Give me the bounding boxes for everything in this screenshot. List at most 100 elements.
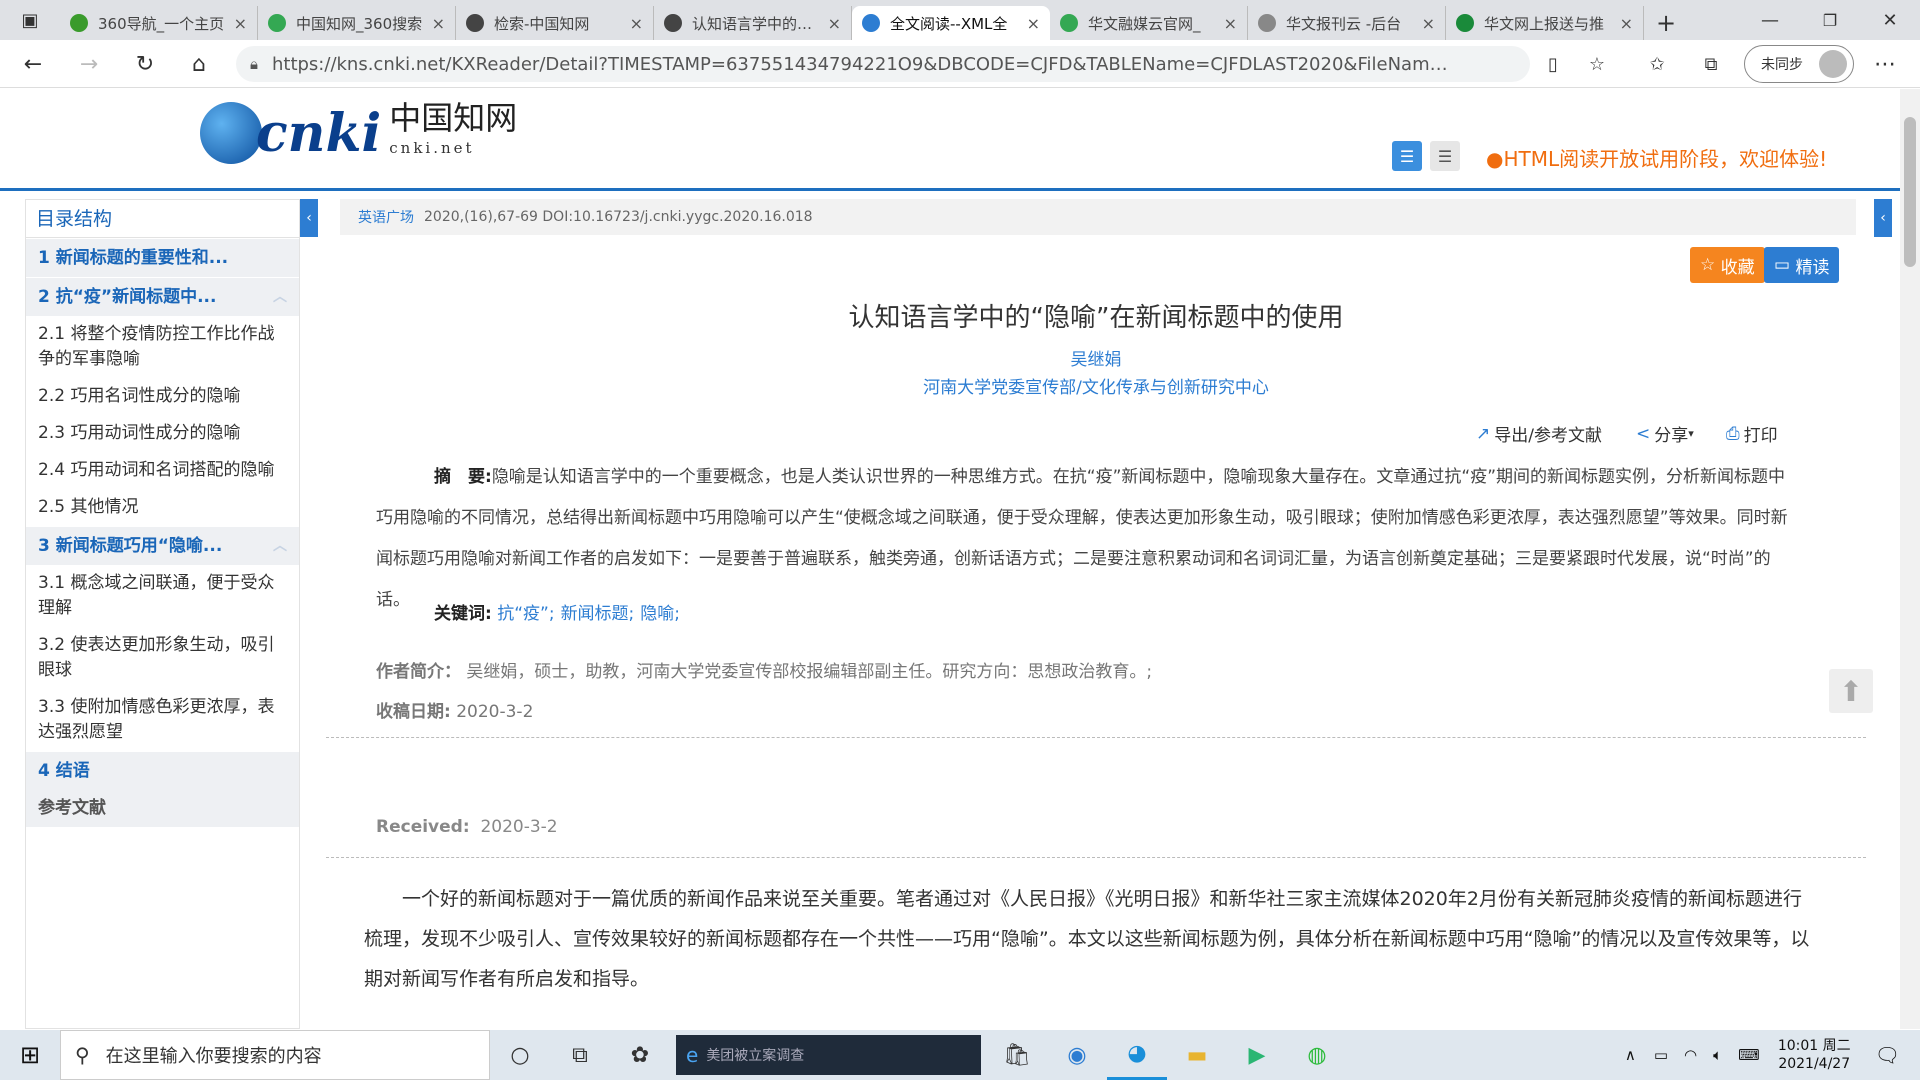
organization-link[interactable]: 河南大学党委宣传部/文化传承与创新研究中心 [326, 373, 1866, 398]
browser-tab[interactable]: 中国知网_360搜索 × [258, 6, 456, 40]
toc-item[interactable]: 3.1 概念域之间联通，便于受众理解 [26, 565, 299, 627]
browser-tab[interactable]: 华文报刊云 -后台 × [1248, 6, 1446, 40]
wechat-icon[interactable]: ◍ [1287, 1030, 1347, 1080]
tab-favicon-icon [1060, 14, 1078, 32]
tab-close-icon[interactable]: × [1422, 14, 1435, 33]
chevron-up-icon[interactable]: ︿ [273, 285, 287, 310]
toc-item[interactable]: 1 新闻标题的重要性和... [26, 239, 299, 277]
system-tray: ∧ ▭ ◠ 🔈︎ ⌨ 10:01 周二 2021/4/27 🗨︎ [1615, 1030, 1920, 1080]
toc-item[interactable]: 参考文献 [26, 790, 299, 827]
store-icon[interactable]: 🛍︎ [987, 1030, 1047, 1080]
tab-close-icon[interactable]: × [828, 14, 841, 33]
keyword-link[interactable]: 抗“疫”; [497, 604, 554, 624]
article-area: 英语广场 2020,(16),67-69 DOI:10.16723/j.cnki… [326, 193, 1866, 1029]
back-icon[interactable]: ← [16, 48, 50, 80]
toc-item[interactable]: 3.3 使附加情感色彩更浓厚，表达强烈愿望 [26, 689, 299, 751]
keyword-link[interactable]: 新闻标题; [561, 604, 635, 624]
new-tab-button[interactable]: + [1644, 6, 1688, 40]
back-to-top-icon[interactable]: ⬆ [1829, 669, 1873, 713]
browser-tab[interactable]: 认知语言学中的“隐 × [654, 6, 852, 40]
task-view-icon[interactable]: ⧉ [550, 1030, 610, 1080]
export-icon: ↗ [1476, 423, 1491, 444]
windows-start-icon[interactable]: ⊞ [0, 1030, 60, 1080]
export-button[interactable]: ↗ 导出/参考文献 [1476, 421, 1602, 447]
received-date: 收稿日期: 2020-3-2 [376, 697, 533, 722]
maximize-button[interactable]: ❐ [1800, 0, 1860, 40]
outline-view-icon[interactable]: ☰ [1430, 141, 1460, 171]
more-menu-icon[interactable]: ⋯ [1868, 48, 1902, 80]
tab-close-icon[interactable]: × [1620, 14, 1633, 33]
tab-actions-icon[interactable]: ▣ [0, 0, 60, 40]
close-window-button[interactable]: ✕ [1860, 0, 1920, 40]
battery-icon[interactable]: ▭ [1654, 1046, 1668, 1064]
notification-icon[interactable]: 🗨︎ [1875, 1043, 1900, 1067]
toc-item-label: 2.3 巧用动词性成分的隐喻 [38, 423, 241, 443]
tab-close-icon[interactable]: × [432, 14, 445, 33]
keyword-link[interactable]: 隐喻; [640, 604, 680, 624]
collapse-sidebar-icon[interactable]: ‹ [300, 199, 318, 237]
browser-tab[interactable]: 360导航_一个主页 × [60, 6, 258, 40]
author-link[interactable]: 吴继娟 [326, 345, 1866, 370]
news-widget[interactable]: e 美团被立案调查 [676, 1035, 981, 1075]
volume-icon[interactable]: 🔈︎ [1713, 1046, 1722, 1064]
collections-icon[interactable]: ⧉ [1694, 48, 1728, 80]
tab-close-icon[interactable]: × [1224, 14, 1237, 33]
chevron-up-icon[interactable]: ︿ [273, 534, 287, 559]
address-bar[interactable]: 🔒︎ https://kns.cnki.net/KXReader/Detail?… [236, 46, 1530, 82]
tab-close-icon[interactable]: × [234, 14, 247, 33]
toc-item[interactable]: 3 新闻标题巧用“隐喻... ︿ [26, 527, 299, 565]
scrollbar-thumb[interactable] [1904, 117, 1916, 267]
toc-item-label: 2.4 巧用动词和名词搭配的隐喻 [38, 460, 275, 480]
browser-tab[interactable]: 检索-中国知网 × [456, 6, 654, 40]
refresh-icon[interactable]: ↻ [128, 48, 162, 80]
toc-item[interactable]: 2 抗“疫”新闻标题中... ︿ [26, 278, 299, 316]
star-icon: ☆ [1700, 255, 1716, 275]
forward-icon[interactable]: → [72, 48, 106, 80]
toc-item-label: 3 新闻标题巧用“隐喻... [38, 535, 223, 556]
intensive-read-button[interactable]: ▭ 精读 [1764, 247, 1840, 283]
toc-item[interactable]: 2.4 巧用动词和名词搭配的隐喻 [26, 452, 299, 489]
tab-favicon-icon [466, 14, 484, 32]
logo-cn: 中国知网 cnki.net [389, 102, 517, 163]
toc-item[interactable]: 3.2 使表达更加形象生动，吸引眼球 [26, 627, 299, 689]
media-player-icon[interactable]: ▶ [1227, 1030, 1287, 1080]
reading-view-icon[interactable]: ▯ [1536, 48, 1570, 80]
minimize-button[interactable]: — [1740, 0, 1800, 40]
keyboard-icon[interactable]: ⌨ [1738, 1046, 1760, 1064]
tab-close-icon[interactable]: × [630, 14, 643, 33]
toc-item[interactable]: 2.3 巧用动词性成分的隐喻 [26, 415, 299, 452]
toc-item[interactable]: 2.5 其他情况 [26, 489, 299, 526]
profile-sync-button[interactable]: 未同步 [1744, 45, 1854, 83]
add-favorite-icon[interactable]: ☆ [1580, 48, 1614, 80]
print-button[interactable]: ⎙ 打印 [1726, 421, 1778, 447]
file-explorer-icon[interactable]: ▬ [1167, 1030, 1227, 1080]
page-scrollbar[interactable] [1900, 89, 1920, 1029]
network-icon[interactable]: ◠ [1684, 1046, 1697, 1064]
author-bio: 作者简介： 吴继娟，硕士，助教，河南大学党委宣传部校报编辑部副主任。研究方向：思… [376, 657, 1152, 682]
journal-link[interactable]: 英语广场 [358, 207, 414, 227]
edge-icon[interactable]: ◕ [1107, 1030, 1167, 1080]
browser-360-icon[interactable]: ◉ [1047, 1030, 1107, 1080]
cortana-icon[interactable]: ○ [490, 1030, 550, 1080]
collect-button[interactable]: ☆ 收藏 [1690, 247, 1765, 283]
app-icon[interactable]: ✿ [610, 1030, 670, 1080]
toc-item[interactable]: 4 结语 [26, 752, 299, 790]
browser-tab[interactable]: 华文网上报送与推 × [1446, 6, 1644, 40]
clock[interactable]: 10:01 周二 2021/4/27 [1778, 1037, 1851, 1073]
browser-tab[interactable]: 全文阅读--XML全 × [852, 6, 1050, 40]
favorites-icon[interactable]: ✩ [1640, 48, 1674, 80]
cnki-logo[interactable]: cnki 中国知网 cnki.net [200, 102, 517, 164]
logo-domain: cnki.net [389, 139, 475, 157]
taskbar-search-box[interactable]: ⚲ 在这里输入你要搜索的内容 [60, 1030, 490, 1080]
received-en-label: Received: [376, 817, 470, 837]
tray-expand-icon[interactable]: ∧ [1625, 1046, 1636, 1064]
list-view-icon[interactable]: ☰ [1392, 141, 1422, 171]
browser-tab[interactable]: 华文融媒云官网_ × [1050, 6, 1248, 40]
tab-close-icon[interactable]: × [1027, 14, 1040, 33]
share-button[interactable]: < 分享 ▾ [1636, 421, 1694, 447]
toc-item-label: 3.3 使附加情感色彩更浓厚，表达强烈愿望 [38, 697, 275, 742]
toc-item[interactable]: 2.2 巧用名词性成分的隐喻 [26, 378, 299, 415]
home-icon[interactable]: ⌂ [182, 48, 216, 80]
toc-item[interactable]: 2.1 将整个疫情防控工作比作战争的军事隐喻 [26, 316, 299, 378]
expand-right-panel-icon[interactable]: ‹ [1874, 199, 1892, 237]
